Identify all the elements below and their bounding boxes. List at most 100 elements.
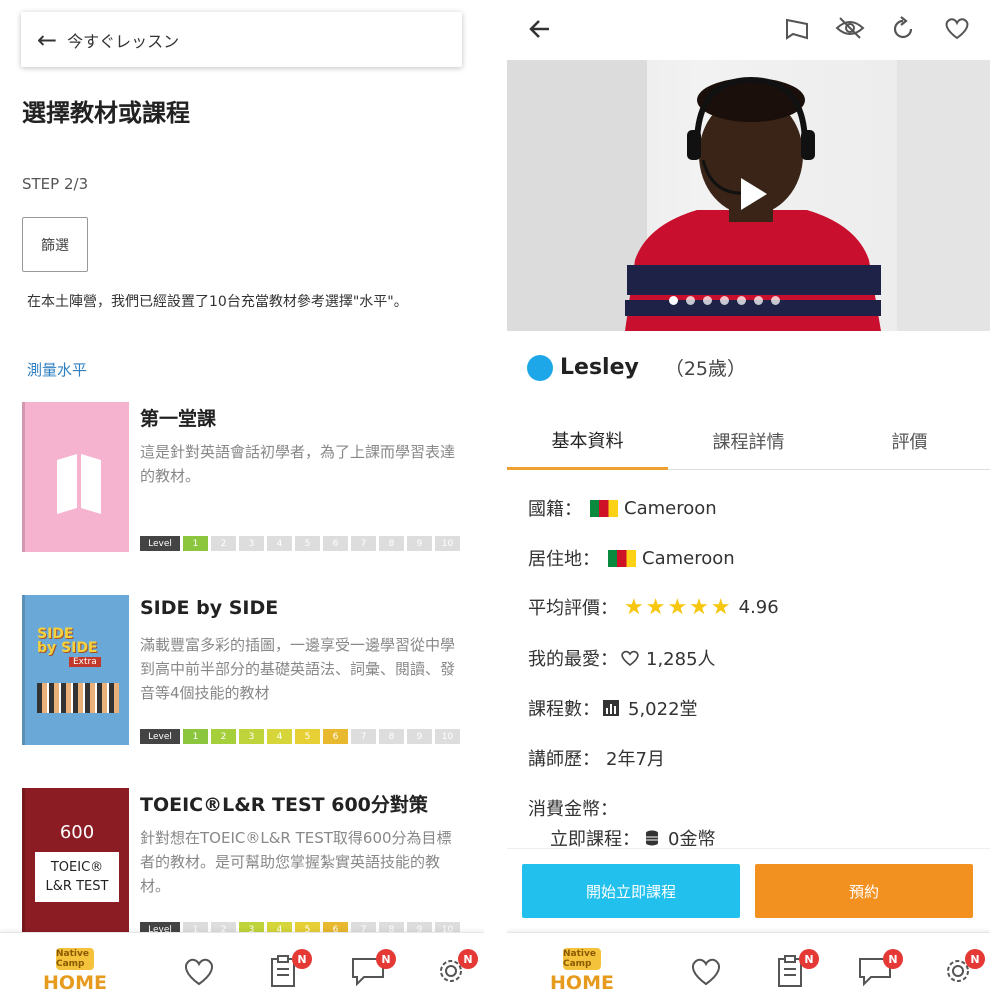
info-lessons: 課程數： 5,022堂: [528, 695, 698, 721]
tab-lessons[interactable]: N: [767, 933, 819, 1008]
hide-eye-icon[interactable]: [835, 14, 865, 42]
app-logo-icon: Native Camp: [563, 948, 601, 970]
notification-badge: N: [965, 949, 985, 969]
book-title: 第一堂課: [140, 408, 217, 430]
play-icon[interactable]: [729, 172, 773, 216]
video-pager-dots: [669, 296, 780, 305]
level-cell: 2: [211, 729, 236, 744]
book-cover: SIDE by SIDE Extra: [22, 595, 129, 745]
heart-icon[interactable]: [943, 15, 971, 41]
heart-icon: [692, 958, 720, 986]
cover-score: 600: [59, 822, 95, 843]
tab-home[interactable]: Native Camp HOME: [35, 933, 115, 1008]
book-item[interactable]: SIDE by SIDE Extra SIDE by SIDE 滿載豐富多彩的插…: [22, 595, 472, 755]
intro-video-player[interactable]: [507, 60, 990, 331]
tab-messages[interactable]: N: [344, 933, 396, 1008]
info-value: Cameroon: [642, 547, 735, 569]
pager-dot[interactable]: [771, 296, 780, 305]
level-cell: 5: [295, 536, 320, 551]
tab-home-label: HOME: [550, 972, 614, 994]
level-cell: 10: [435, 536, 460, 551]
level-bar: Level 1 2 3 4 5 6 7 8 9 10: [140, 536, 460, 551]
info-label: 課程數：: [528, 699, 600, 720]
book-button[interactable]: 預約: [755, 864, 973, 918]
info-label: 講師歷：: [528, 749, 600, 770]
heart-icon: [621, 650, 639, 667]
notification-badge: N: [458, 949, 478, 969]
flag-report-icon[interactable]: [783, 16, 811, 42]
level-cell: 4: [267, 729, 292, 744]
info-value: 5,022堂: [628, 699, 698, 720]
cover-extra: Extra: [69, 657, 101, 667]
level-cell: 3: [239, 729, 264, 744]
bar-chart-icon: [603, 700, 619, 716]
bottom-tab-bar: Native Camp HOME N N N: [0, 932, 484, 1008]
tab-lessons[interactable]: N: [260, 933, 312, 1008]
back-arrow-icon[interactable]: [527, 16, 553, 42]
book-item[interactable]: 600 TOEIC® L&R TEST TOEIC®L&R TEST 600分對…: [22, 788, 472, 948]
info-label: 我的最愛：: [528, 649, 618, 670]
cover-title: SIDE by SIDE: [37, 627, 117, 655]
heart-icon: [185, 958, 213, 986]
book-cover: [22, 402, 129, 552]
online-status-indicator: [527, 354, 553, 381]
notification-badge: N: [799, 949, 819, 969]
level-label: Level: [140, 729, 180, 744]
pager-dot[interactable]: [754, 296, 763, 305]
info-favorites: 我的最愛： 1,285人: [528, 645, 716, 671]
filter-button[interactable]: 篩選: [22, 217, 88, 272]
tab-basic-info[interactable]: 基本資料: [507, 412, 668, 470]
level-cell: 5: [295, 729, 320, 744]
teacher-age: （25歲）: [664, 358, 747, 380]
level-label: Level: [140, 536, 180, 551]
start-instant-lesson-button[interactable]: 開始立即課程: [522, 864, 740, 918]
tab-favorites[interactable]: [683, 933, 729, 1008]
book-cover: 600 TOEIC® L&R TEST: [22, 788, 129, 938]
tab-home-label: HOME: [43, 972, 107, 994]
tab-settings[interactable]: N: [935, 933, 985, 1008]
level-cell: 1: [183, 536, 208, 551]
book-item[interactable]: 第一堂課 這是針對英語會話初學者，為了上課而學習表達的教材。 Level 1 2…: [22, 402, 472, 562]
tab-course-details[interactable]: 課程詳情: [668, 412, 829, 470]
tab-favorites[interactable]: [176, 933, 222, 1008]
book-open-icon: [57, 454, 101, 514]
star-rating-icon: ★★★★★: [624, 594, 733, 620]
tab-messages[interactable]: N: [851, 933, 903, 1008]
coin-stack-icon: [646, 830, 658, 846]
level-cell: 6: [323, 729, 348, 744]
book-description: 針對想在TOEIC®L&R TEST取得600分為目標者的教材。是可幫助您掌握紮…: [140, 829, 452, 895]
level-cell: 3: [239, 536, 264, 551]
material-selection-screen: ← 今すぐレッスン 選擇教材或課程 STEP 2/3 篩選 在本土陣營，我們已經…: [0, 0, 484, 1008]
info-label: 消費金幣：: [528, 799, 618, 820]
level-cell: 8: [379, 536, 404, 551]
pager-dot[interactable]: [669, 296, 678, 305]
pager-dot[interactable]: [686, 296, 695, 305]
tab-settings[interactable]: N: [428, 933, 478, 1008]
notification-badge: N: [376, 949, 396, 969]
level-cell: 1: [183, 729, 208, 744]
cover-text: L&R TEST: [45, 879, 109, 894]
tab-home[interactable]: Native Camp HOME: [542, 933, 622, 1008]
info-nationality: 國籍： Cameroon: [528, 495, 717, 521]
level-cell: 7: [351, 536, 376, 551]
pager-dot[interactable]: [720, 296, 729, 305]
tab-reviews[interactable]: 評價: [829, 412, 990, 470]
cameroon-flag-icon: [590, 499, 618, 517]
app-logo-icon: Native Camp: [56, 948, 94, 970]
profile-tabs: 基本資料 課程詳情 評價: [507, 412, 990, 470]
notification-badge: N: [292, 949, 312, 969]
pager-dot[interactable]: [703, 296, 712, 305]
info-value: 2年7月: [606, 749, 665, 770]
pager-dot[interactable]: [737, 296, 746, 305]
info-value: 1,285人: [646, 649, 716, 670]
refresh-icon[interactable]: [889, 15, 917, 43]
measure-level-link[interactable]: 測量水平: [27, 359, 87, 380]
info-label: 平均評價：: [528, 598, 618, 619]
step-indicator: STEP 2/3: [22, 175, 89, 193]
back-arrow-icon[interactable]: ←: [37, 28, 57, 52]
lesson-search-bar[interactable]: ← 今すぐレッスン: [21, 12, 462, 67]
info-label: 國籍：: [528, 499, 582, 520]
action-buttons: 開始立即課程 預約: [507, 848, 990, 934]
level-cell: 9: [407, 536, 432, 551]
book-description: 滿載豐富多彩的插圖，一邊享受一邊學習從中學到高中前半部分的基礎英語法、詞彙、閱讀…: [140, 636, 456, 702]
